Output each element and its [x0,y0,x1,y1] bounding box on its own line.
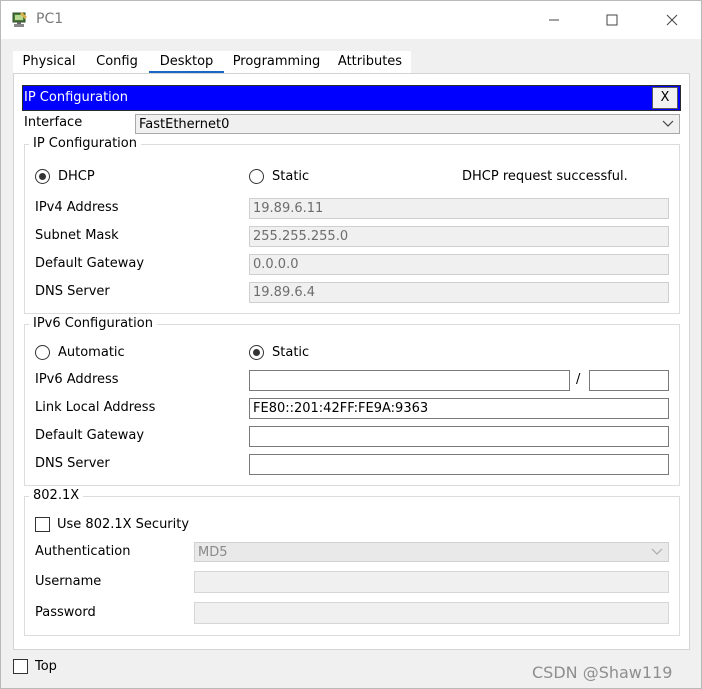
radio-selected-dot [253,349,260,356]
ipv6-address-field[interactable] [249,370,570,391]
ipv6-gateway-label: Default Gateway [35,428,145,443]
maximize-icon [606,14,618,26]
ipv6-dns-label: DNS Server [35,456,110,471]
username-label: Username [35,574,102,589]
ipv6-legend: IPv6 Configuration [29,316,157,331]
authentication-select[interactable]: MD5 [194,542,669,562]
ipv4-address-label: IPv4 Address [35,200,119,215]
ipv4-address-field[interactable]: 19.89.6.11 [249,198,669,219]
use-8021x-checkbox[interactable] [35,517,50,532]
dot1x-legend: 802.1X [29,488,84,503]
interface-value: FastEthernet0 [139,117,230,132]
radio-selected-dot [39,173,46,180]
tab-attributes[interactable]: Attributes [329,51,411,74]
ipv4-gateway-field[interactable]: 0.0.0.0 [249,254,669,275]
ipv6-static-label: Static [272,345,310,360]
ipv4-gateway-label: Default Gateway [35,256,145,271]
top-label: Top [35,659,57,674]
maximize-button[interactable] [589,1,635,39]
ipv6-dns-field[interactable] [249,454,669,475]
dhcp-label: DHCP [58,169,95,184]
dhcp-status: DHCP request successful. [462,169,628,184]
subnet-mask-field[interactable]: 255.255.255.0 [249,226,669,247]
minimize-icon [549,19,559,21]
ipv6-prefix-field[interactable] [589,370,669,391]
top-checkbox[interactable] [13,659,28,674]
tab-desktop[interactable]: Desktop [149,51,224,74]
chevron-down-icon [662,120,674,127]
ipv6-address-label: IPv6 Address [35,372,119,387]
window-title: PC1 [36,11,64,27]
pc1-window: PC1 Physical Config Desktop Programming … [0,0,702,689]
interface-label: Interface [24,115,83,130]
tab-config[interactable]: Config [85,51,149,74]
banner-close-button[interactable]: X [652,87,678,109]
banner-title: IP Configuration [24,90,128,105]
title-bar[interactable]: PC1 [1,1,701,39]
password-label: Password [35,605,96,620]
ipv4-legend: IP Configuration [29,136,141,151]
link-local-field[interactable]: FE80::201:42FF:FE9A:9363 [249,398,669,419]
ipv4-dns-label: DNS Server [35,284,110,299]
ipv6-static-radio[interactable] [249,345,264,360]
ipv4-static-radio[interactable] [249,169,264,184]
automatic-radio[interactable] [35,345,50,360]
tab-programming[interactable]: Programming [224,51,329,74]
interface-select[interactable]: FastEthernet0 [135,114,680,134]
chevron-down-icon [651,548,663,555]
ipv6-gateway-field[interactable] [249,426,669,447]
tab-physical[interactable]: Physical [13,51,85,74]
minimize-button[interactable] [531,1,577,39]
password-field[interactable] [194,602,669,624]
username-field[interactable] [194,571,669,593]
dhcp-radio[interactable] [35,169,50,184]
pc-icon [11,11,29,29]
authentication-value: MD5 [198,545,228,560]
ipv4-dns-field[interactable]: 19.89.6.4 [249,282,669,303]
automatic-label: Automatic [58,345,125,360]
prefix-slash: / [576,372,581,387]
ipv4-static-label: Static [272,169,310,184]
subnet-mask-label: Subnet Mask [35,228,119,243]
authentication-label: Authentication [35,544,131,559]
link-local-label: Link Local Address [35,400,156,415]
watermark: CSDN @Shaw119 [532,663,673,682]
ip-configuration-banner: IP Configuration X [22,85,681,111]
close-button[interactable] [649,1,695,39]
use-8021x-label: Use 802.1X Security [57,517,190,532]
close-icon [666,14,678,26]
